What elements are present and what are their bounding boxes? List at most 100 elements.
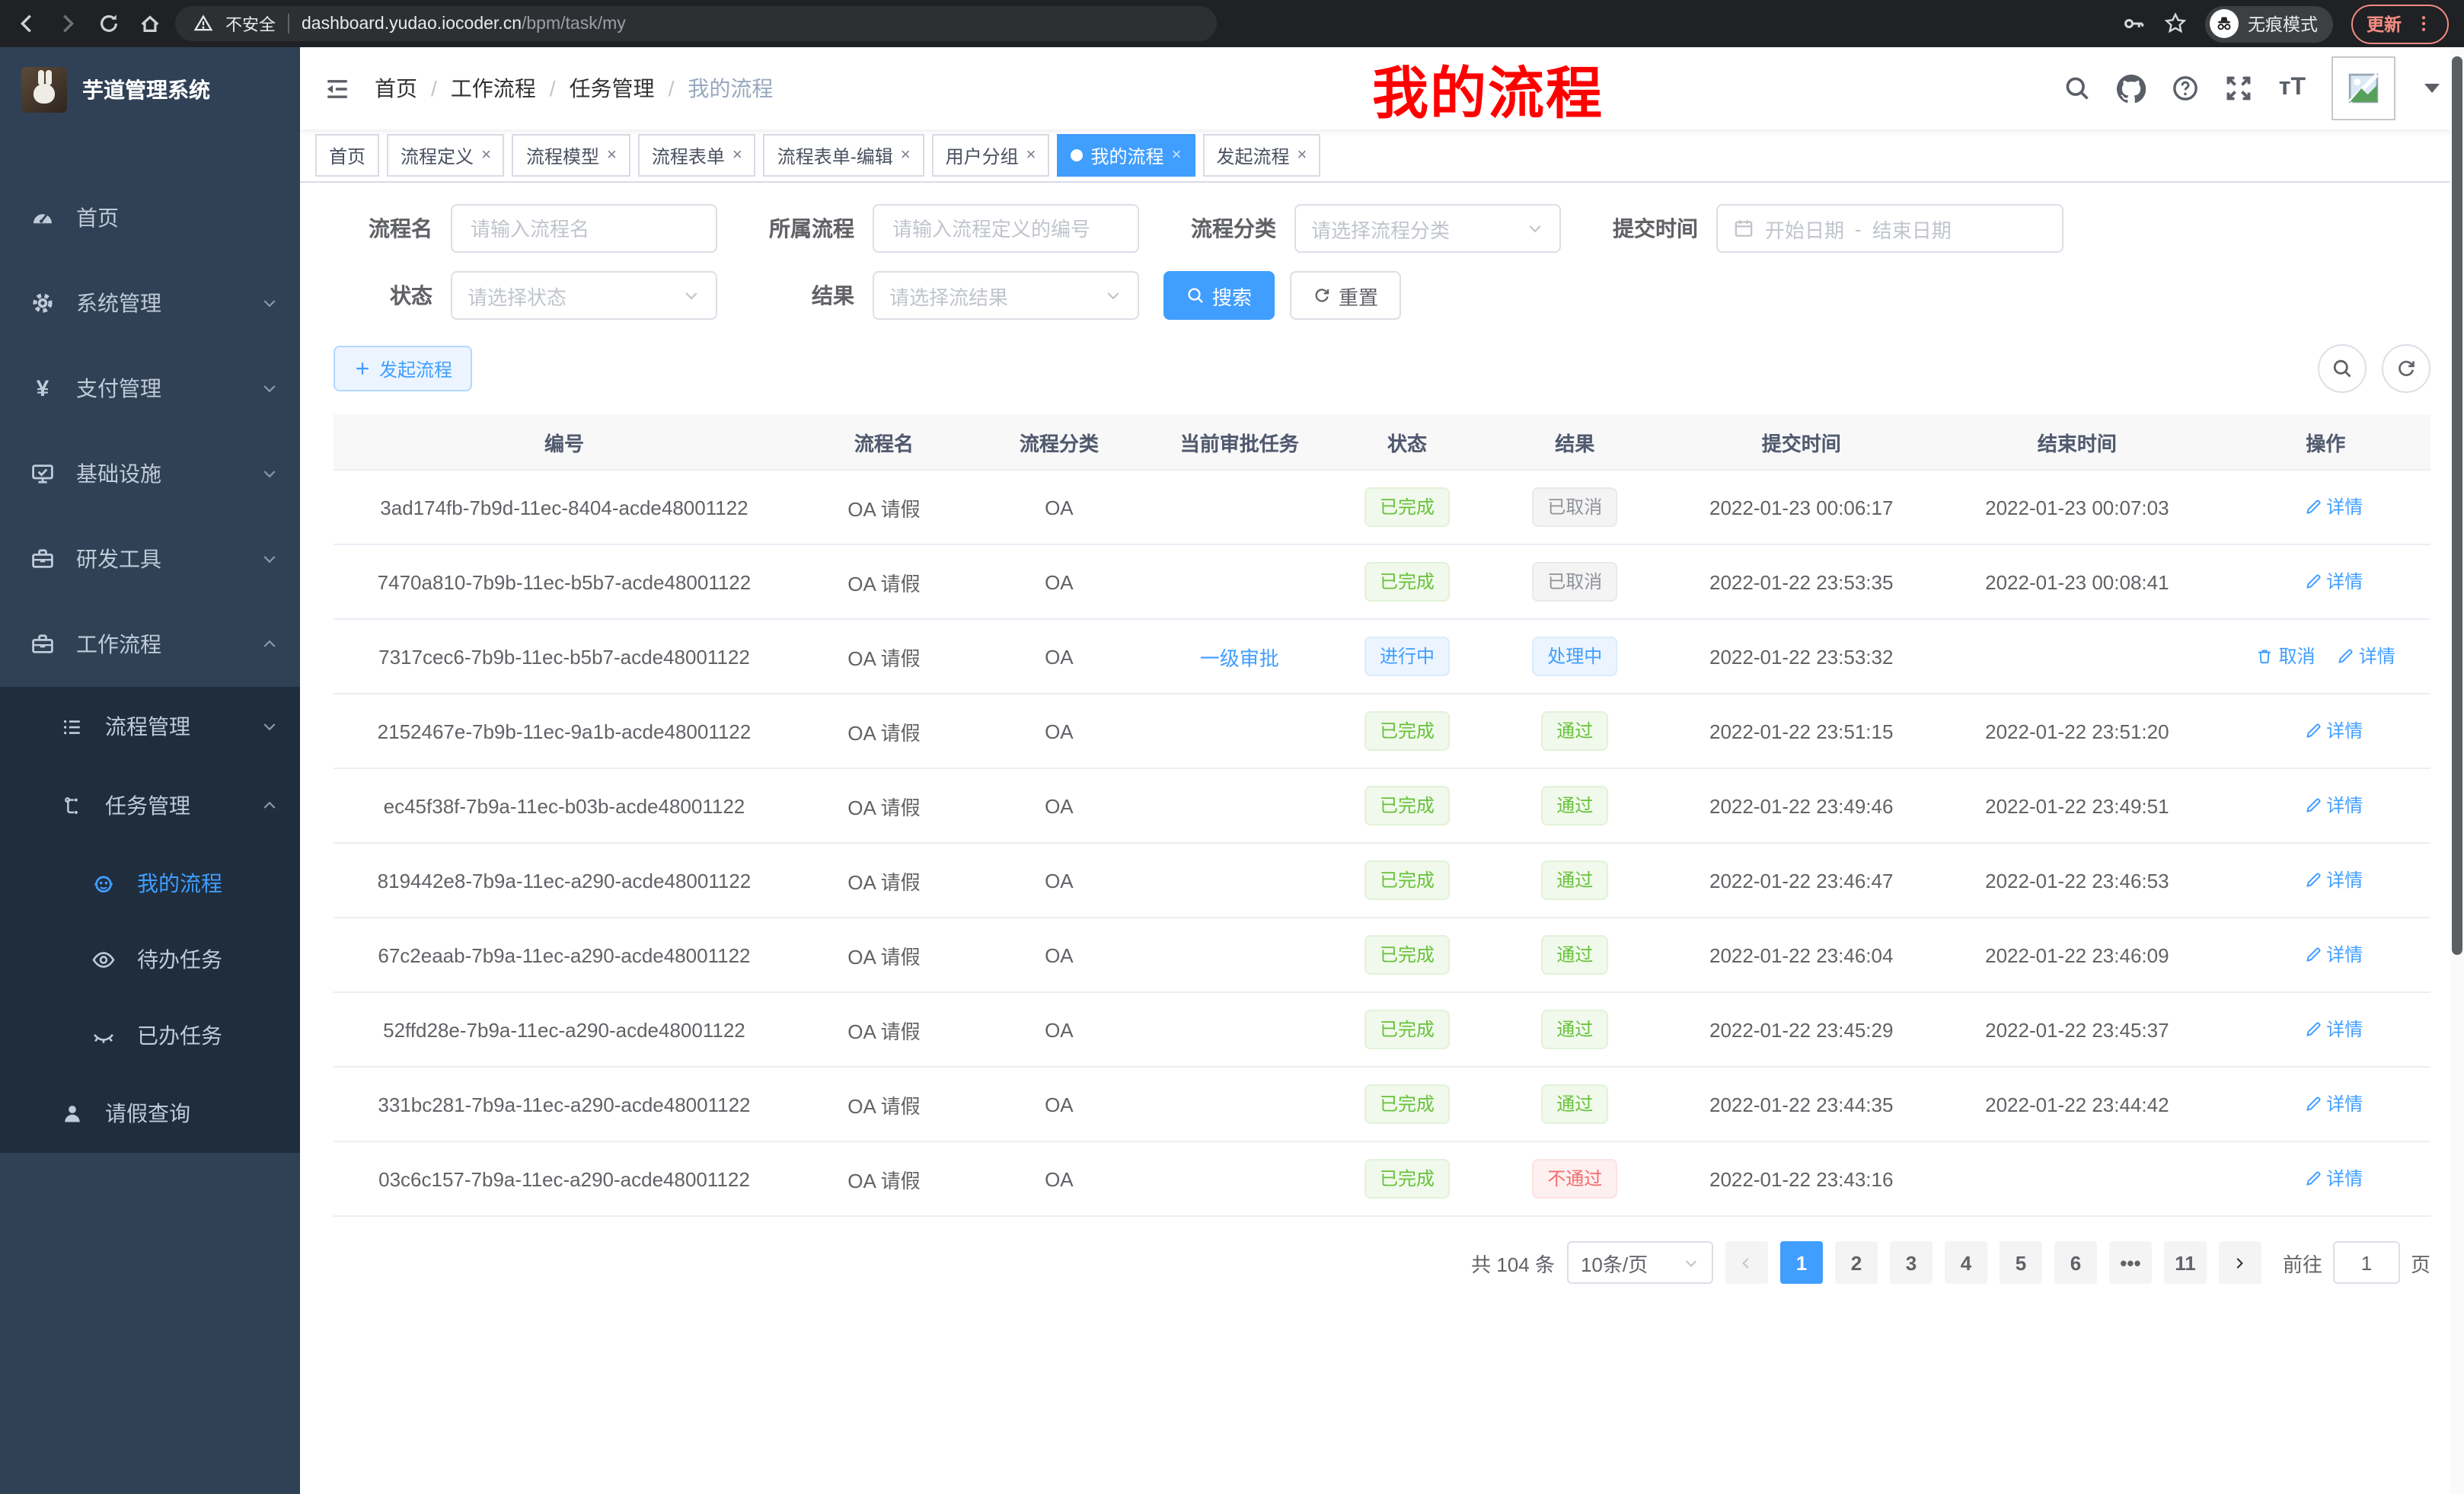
search-button[interactable]: 搜索	[1163, 271, 1275, 320]
status-select[interactable]: 请选择状态	[451, 271, 717, 320]
sidebar-item-my-process[interactable]: 我的流程	[0, 845, 300, 921]
page-size-select[interactable]: 10条/页	[1567, 1241, 1713, 1284]
toggle-search-button[interactable]	[2318, 344, 2367, 393]
detail-link[interactable]: 详情	[2303, 1091, 2363, 1117]
process-def-input-field[interactable]	[889, 215, 1122, 241]
cell-submit-time: 2022-01-22 23:45:29	[1669, 992, 1933, 1067]
process-name-input-field[interactable]	[468, 215, 701, 241]
close-icon[interactable]	[1297, 147, 1307, 164]
category-select[interactable]: 请选择流程分类	[1294, 204, 1561, 253]
close-icon[interactable]	[481, 147, 491, 164]
detail-link[interactable]: 详情	[2303, 793, 2363, 819]
sidebar-collapse-icon[interactable]	[324, 75, 350, 101]
page-button[interactable]: •••	[2109, 1241, 2152, 1284]
process-def-input[interactable]	[873, 204, 1139, 253]
close-icon[interactable]	[1026, 147, 1036, 164]
breadcrumb-separator: /	[431, 76, 437, 101]
goto-page-input[interactable]	[2333, 1241, 2400, 1284]
refresh-icon	[2395, 358, 2417, 379]
github-icon[interactable]	[2118, 74, 2146, 103]
tab[interactable]: 用户分组	[932, 134, 1050, 177]
font-size-icon[interactable]: ᴛT	[2279, 75, 2306, 102]
key-icon[interactable]	[2123, 12, 2146, 35]
browser-reload-icon[interactable]	[97, 12, 120, 35]
help-icon[interactable]	[2172, 75, 2200, 102]
tab[interactable]: 流程表单	[638, 134, 756, 177]
tab[interactable]: 流程模型	[512, 134, 630, 177]
page-button[interactable]: 1	[1780, 1241, 1823, 1284]
window-scrollbar[interactable]	[2450, 47, 2464, 1494]
fullscreen-icon[interactable]	[2226, 75, 2253, 102]
detail-link-label: 详情	[2326, 569, 2363, 595]
detail-link[interactable]: 详情	[2303, 494, 2363, 520]
reset-button[interactable]: 重置	[1290, 271, 1401, 320]
tab[interactable]: 流程定义	[387, 134, 505, 177]
breadcrumb-item[interactable]: 首页	[375, 73, 417, 104]
prev-page-button[interactable]	[1725, 1241, 1768, 1284]
detail-link-label: 详情	[2326, 1166, 2363, 1192]
detail-link[interactable]: 详情	[2303, 1166, 2363, 1192]
breadcrumb-item[interactable]: 任务管理	[570, 73, 655, 104]
sidebar-item-devtools[interactable]: 研发工具	[0, 516, 300, 602]
page-button[interactable]: 11	[2164, 1241, 2207, 1284]
sidebar-item-workflow[interactable]: 工作流程	[0, 602, 300, 687]
sidebar-item-process-mgmt[interactable]: 流程管理	[0, 687, 300, 766]
detail-link[interactable]: 详情	[2336, 643, 2395, 669]
result-select[interactable]: 请选择流结果	[873, 271, 1139, 320]
browser-home-icon[interactable]	[139, 12, 161, 35]
close-icon[interactable]	[607, 147, 617, 164]
breadcrumb-item[interactable]: 工作流程	[451, 73, 536, 104]
page-button[interactable]: 3	[1890, 1241, 1933, 1284]
close-icon[interactable]	[732, 147, 742, 164]
detail-link[interactable]: 详情	[2303, 942, 2363, 968]
search-icon[interactable]	[2064, 75, 2092, 102]
refresh-icon	[1313, 286, 1331, 305]
detail-link[interactable]: 详情	[2303, 569, 2363, 595]
avatar[interactable]	[2332, 56, 2395, 120]
page-button[interactable]: 4	[1945, 1241, 1987, 1284]
current-task-link[interactable]: 一级审批	[1200, 646, 1279, 669]
search-button-label: 搜索	[1212, 281, 1252, 310]
image-placeholder-icon	[2347, 72, 2380, 105]
create-process-button[interactable]: 发起流程	[334, 346, 472, 391]
sidebar-item-payment[interactable]: ¥ 支付管理	[0, 346, 300, 431]
scrollbar-thumb[interactable]	[2452, 56, 2462, 955]
close-icon[interactable]	[1172, 147, 1182, 164]
sidebar-item-system[interactable]: 系统管理	[0, 260, 300, 346]
detail-link[interactable]: 详情	[2303, 867, 2363, 893]
detail-link[interactable]: 详情	[2303, 718, 2363, 744]
address-bar[interactable]: 不安全 dashboard.yudao.iocoder.cn/bpm/task/…	[175, 6, 1217, 41]
detail-link[interactable]: 详情	[2303, 1017, 2363, 1042]
filter-category-label: 流程分类	[1185, 213, 1276, 244]
page-button[interactable]: 2	[1835, 1241, 1878, 1284]
close-icon[interactable]	[901, 147, 911, 164]
date-range-picker[interactable]: 开始日期 - 结束日期	[1716, 204, 2063, 253]
sidebar-item-task-mgmt[interactable]: 任务管理	[0, 766, 300, 845]
bookmark-star-icon[interactable]	[2164, 12, 2187, 35]
refresh-table-button[interactable]	[2382, 344, 2430, 393]
app-logo[interactable]: 芋道管理系统	[0, 47, 300, 132]
avatar-caret-icon[interactable]	[2424, 84, 2440, 93]
cell-process-name: OA 请假	[795, 694, 973, 768]
security-label: 不安全	[225, 11, 276, 36]
tab[interactable]: 发起流程	[1202, 134, 1320, 177]
tab[interactable]: 我的流程	[1058, 134, 1195, 177]
tab[interactable]: 流程表单-编辑	[764, 134, 924, 177]
cancel-link[interactable]: 取消	[2256, 643, 2316, 669]
sidebar-item-label: 系统管理	[76, 288, 161, 318]
next-page-button[interactable]	[2219, 1241, 2261, 1284]
sidebar-item-infra[interactable]: 基础设施	[0, 431, 300, 516]
cell-end-time	[1933, 1141, 2220, 1216]
browser-menu-icon[interactable]	[2414, 14, 2434, 34]
tab[interactable]: 首页	[315, 134, 379, 177]
sidebar-item-home[interactable]: 首页	[0, 175, 300, 260]
sidebar-item-leave-query[interactable]: 请假查询	[0, 1074, 300, 1153]
page-button[interactable]: 6	[2054, 1241, 2097, 1284]
browser-back-icon[interactable]	[15, 12, 38, 35]
sidebar-item-done-tasks[interactable]: 已办任务	[0, 998, 300, 1074]
sidebar-item-todo-tasks[interactable]: 待办任务	[0, 921, 300, 998]
page-button[interactable]: 5	[2000, 1241, 2042, 1284]
browser-forward-icon[interactable]	[56, 12, 79, 35]
update-button[interactable]: 更新	[2351, 4, 2449, 43]
process-name-input[interactable]	[451, 204, 717, 253]
